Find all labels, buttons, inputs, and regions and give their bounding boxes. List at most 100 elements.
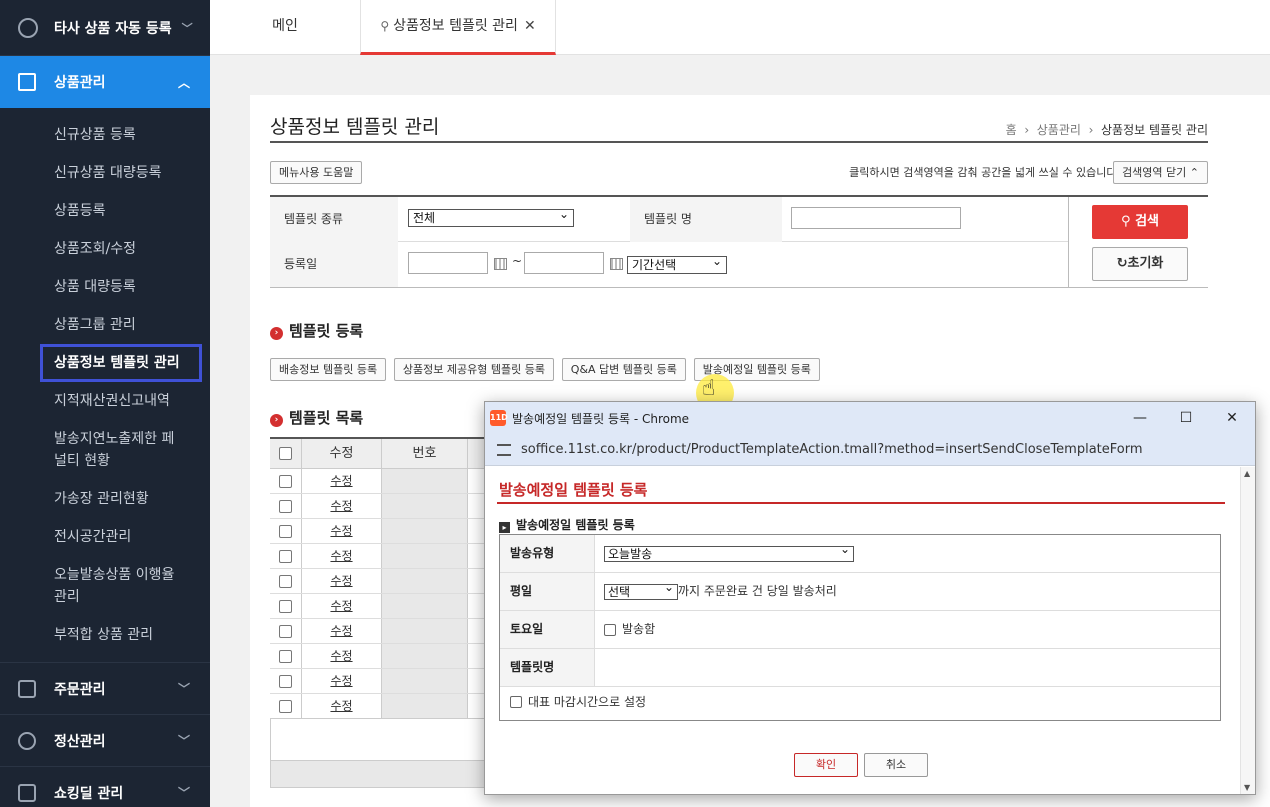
number-cell: [382, 494, 468, 518]
edit-link[interactable]: 수정: [302, 544, 382, 568]
address-bar[interactable]: soffice.11st.co.kr/product/ProductTempla…: [485, 434, 1255, 466]
sidebar-group-label: 주문관리: [54, 681, 106, 698]
default-cutoff-checkbox[interactable]: [510, 695, 522, 708]
date-from-input[interactable]: [408, 252, 488, 274]
chevron-down-icon: ﹀: [177, 682, 190, 696]
divider: [1068, 197, 1069, 288]
scroll-down-icon[interactable]: ▼: [1244, 783, 1250, 792]
sidebar-item[interactable]: 가송장 관리현황: [0, 480, 210, 518]
sidebar-group-label: 상품관리: [54, 75, 106, 91]
register-qa-template-button[interactable]: Q&A 답변 템플릿 등록: [561, 358, 686, 381]
number-cell: [382, 594, 468, 618]
default-cutoff-label: 대표 마감시간으로 설정: [528, 695, 647, 709]
scrollbar[interactable]: ▲ ▼: [1240, 467, 1255, 794]
row-checkbox[interactable]: [279, 674, 292, 688]
checkbox-cell: [270, 469, 302, 493]
row-checkbox[interactable]: [279, 549, 292, 563]
app-logo-icon: 11D: [490, 410, 508, 426]
edit-link[interactable]: 수정: [302, 494, 382, 518]
row-checkbox[interactable]: [279, 574, 292, 588]
sidebar-group-label: 정산관리: [54, 733, 106, 750]
sidebar-item[interactable]: 부적합 상품 관리: [0, 616, 210, 654]
calendar-icon[interactable]: [610, 258, 623, 270]
tab-template-manage[interactable]: ⚲ 상품정보 템플릿 관리 ✕: [360, 0, 556, 55]
template-name-field[interactable]: [604, 649, 1204, 686]
cancel-button[interactable]: 취소: [864, 753, 928, 777]
select-all-checkbox[interactable]: [279, 447, 292, 460]
date-tilde: ~: [512, 254, 523, 268]
help-button[interactable]: 메뉴사용 도움말: [270, 161, 363, 184]
row-checkbox[interactable]: [279, 599, 292, 613]
sidebar-group-order[interactable]: 주문관리 ﹀: [0, 662, 210, 714]
section-title-label: 템플릿 목록: [289, 409, 364, 427]
date-to-input[interactable]: [524, 252, 604, 274]
sidebar-item-auto-register[interactable]: 타사 상품 자동 등록 ﹀: [0, 0, 210, 56]
edit-link[interactable]: 수정: [302, 519, 382, 543]
sidebar-item[interactable]: 상품 대량등록: [0, 268, 210, 306]
popup-title: 발송예정일 템플릿 등록 - Chrome: [512, 411, 690, 426]
edit-link[interactable]: 수정: [302, 669, 382, 693]
edit-link[interactable]: 수정: [302, 569, 382, 593]
row-checkbox[interactable]: [279, 499, 292, 513]
tab-main[interactable]: 메인: [210, 0, 360, 55]
weekday-value: 선택 까지 주문완료 건 당일 발송처리: [604, 573, 837, 610]
checkbox-cell: [270, 544, 302, 568]
saturday-checkbox[interactable]: [604, 623, 616, 636]
ship-type-select[interactable]: 오늘발송: [604, 542, 854, 562]
calendar-icon[interactable]: [494, 258, 507, 270]
row-checkbox[interactable]: [279, 474, 292, 488]
sidebar-item[interactable]: 상품조회/수정: [0, 230, 210, 268]
sidebar-group-product[interactable]: 상품관리 ︿: [0, 56, 210, 108]
breadcrumb-item[interactable]: 상품관리: [1037, 123, 1081, 137]
close-icon[interactable]: ✕: [1209, 410, 1255, 426]
register-delivery-template-button[interactable]: 배송정보 템플릿 등록: [270, 358, 387, 381]
edit-link[interactable]: 수정: [302, 694, 382, 718]
edit-link[interactable]: 수정: [302, 469, 382, 493]
sidebar-group-settlement[interactable]: 정산관리 ﹀: [0, 714, 210, 766]
edit-link[interactable]: 수정: [302, 644, 382, 668]
row-checkbox[interactable]: [279, 699, 292, 713]
number-cell: [382, 569, 468, 593]
row-checkbox[interactable]: [279, 649, 292, 663]
section-title-register: › 템플릿 등록: [270, 320, 363, 341]
sidebar-item[interactable]: 오늘발송상품 이행율관리: [0, 556, 210, 616]
collapse-search-button[interactable]: 검색영역 닫기 ⌃: [1113, 161, 1208, 184]
row-checkbox[interactable]: [279, 624, 292, 638]
weekday-time-select[interactable]: 선택: [604, 580, 678, 600]
sidebar-item-current[interactable]: 상품정보 템플릿 관리: [40, 344, 202, 382]
sidebar-group-shocking-deal[interactable]: 쇼킹딜 관리 ﹀: [0, 766, 210, 807]
minimize-icon[interactable]: —: [1117, 410, 1163, 426]
collapse-label: 검색영역 닫기: [1122, 166, 1187, 179]
sidebar-item[interactable]: 지적재산권신고내역: [0, 382, 210, 420]
edit-link[interactable]: 수정: [302, 594, 382, 618]
close-icon[interactable]: ✕: [524, 18, 536, 34]
chevron-down-icon: ﹀: [181, 21, 193, 35]
breadcrumb-item[interactable]: 홈: [1006, 123, 1017, 137]
popup-titlebar[interactable]: 11D 발송예정일 템플릿 등록 - Chrome — ☐ ✕: [485, 402, 1255, 434]
sidebar-item[interactable]: 신규상품 대량등록: [0, 154, 210, 192]
maximize-icon[interactable]: ☐: [1163, 410, 1209, 426]
breadcrumb: 홈 › 상품관리 › 상품정보 템플릿 관리: [1005, 123, 1208, 137]
edit-link[interactable]: 수정: [302, 619, 382, 643]
page-title: 상품정보 템플릿 관리: [270, 116, 440, 138]
template-name-input[interactable]: [791, 207, 961, 229]
confirm-button[interactable]: 확인: [794, 753, 858, 777]
sidebar-item[interactable]: 신규상품 등록: [0, 116, 210, 154]
template-type-select[interactable]: 전체: [408, 206, 574, 227]
template-type-label: 템플릿 종류: [270, 197, 398, 242]
period-select[interactable]: 기간선택: [627, 253, 727, 274]
sidebar-item[interactable]: 상품등록: [0, 192, 210, 230]
template-name-label: 템플릿명: [500, 649, 595, 686]
sidebar-item[interactable]: 전시공간관리: [0, 518, 210, 556]
reset-button[interactable]: ↻초기화: [1092, 247, 1188, 281]
sidebar-item[interactable]: 상품그룹 관리: [0, 306, 210, 344]
register-info-template-button[interactable]: 상품정보 제공유형 템플릿 등록: [393, 358, 554, 381]
checkbox-cell: [270, 619, 302, 643]
row-checkbox[interactable]: [279, 524, 292, 538]
sidebar-item[interactable]: 발송지연노출제한 페널티 현황: [0, 420, 210, 480]
number-cell: [382, 694, 468, 718]
site-settings-icon[interactable]: [497, 443, 511, 456]
search-button[interactable]: ⚲ 검색: [1092, 205, 1188, 239]
pin-icon[interactable]: ⚲: [380, 19, 389, 33]
scroll-up-icon[interactable]: ▲: [1244, 469, 1250, 478]
